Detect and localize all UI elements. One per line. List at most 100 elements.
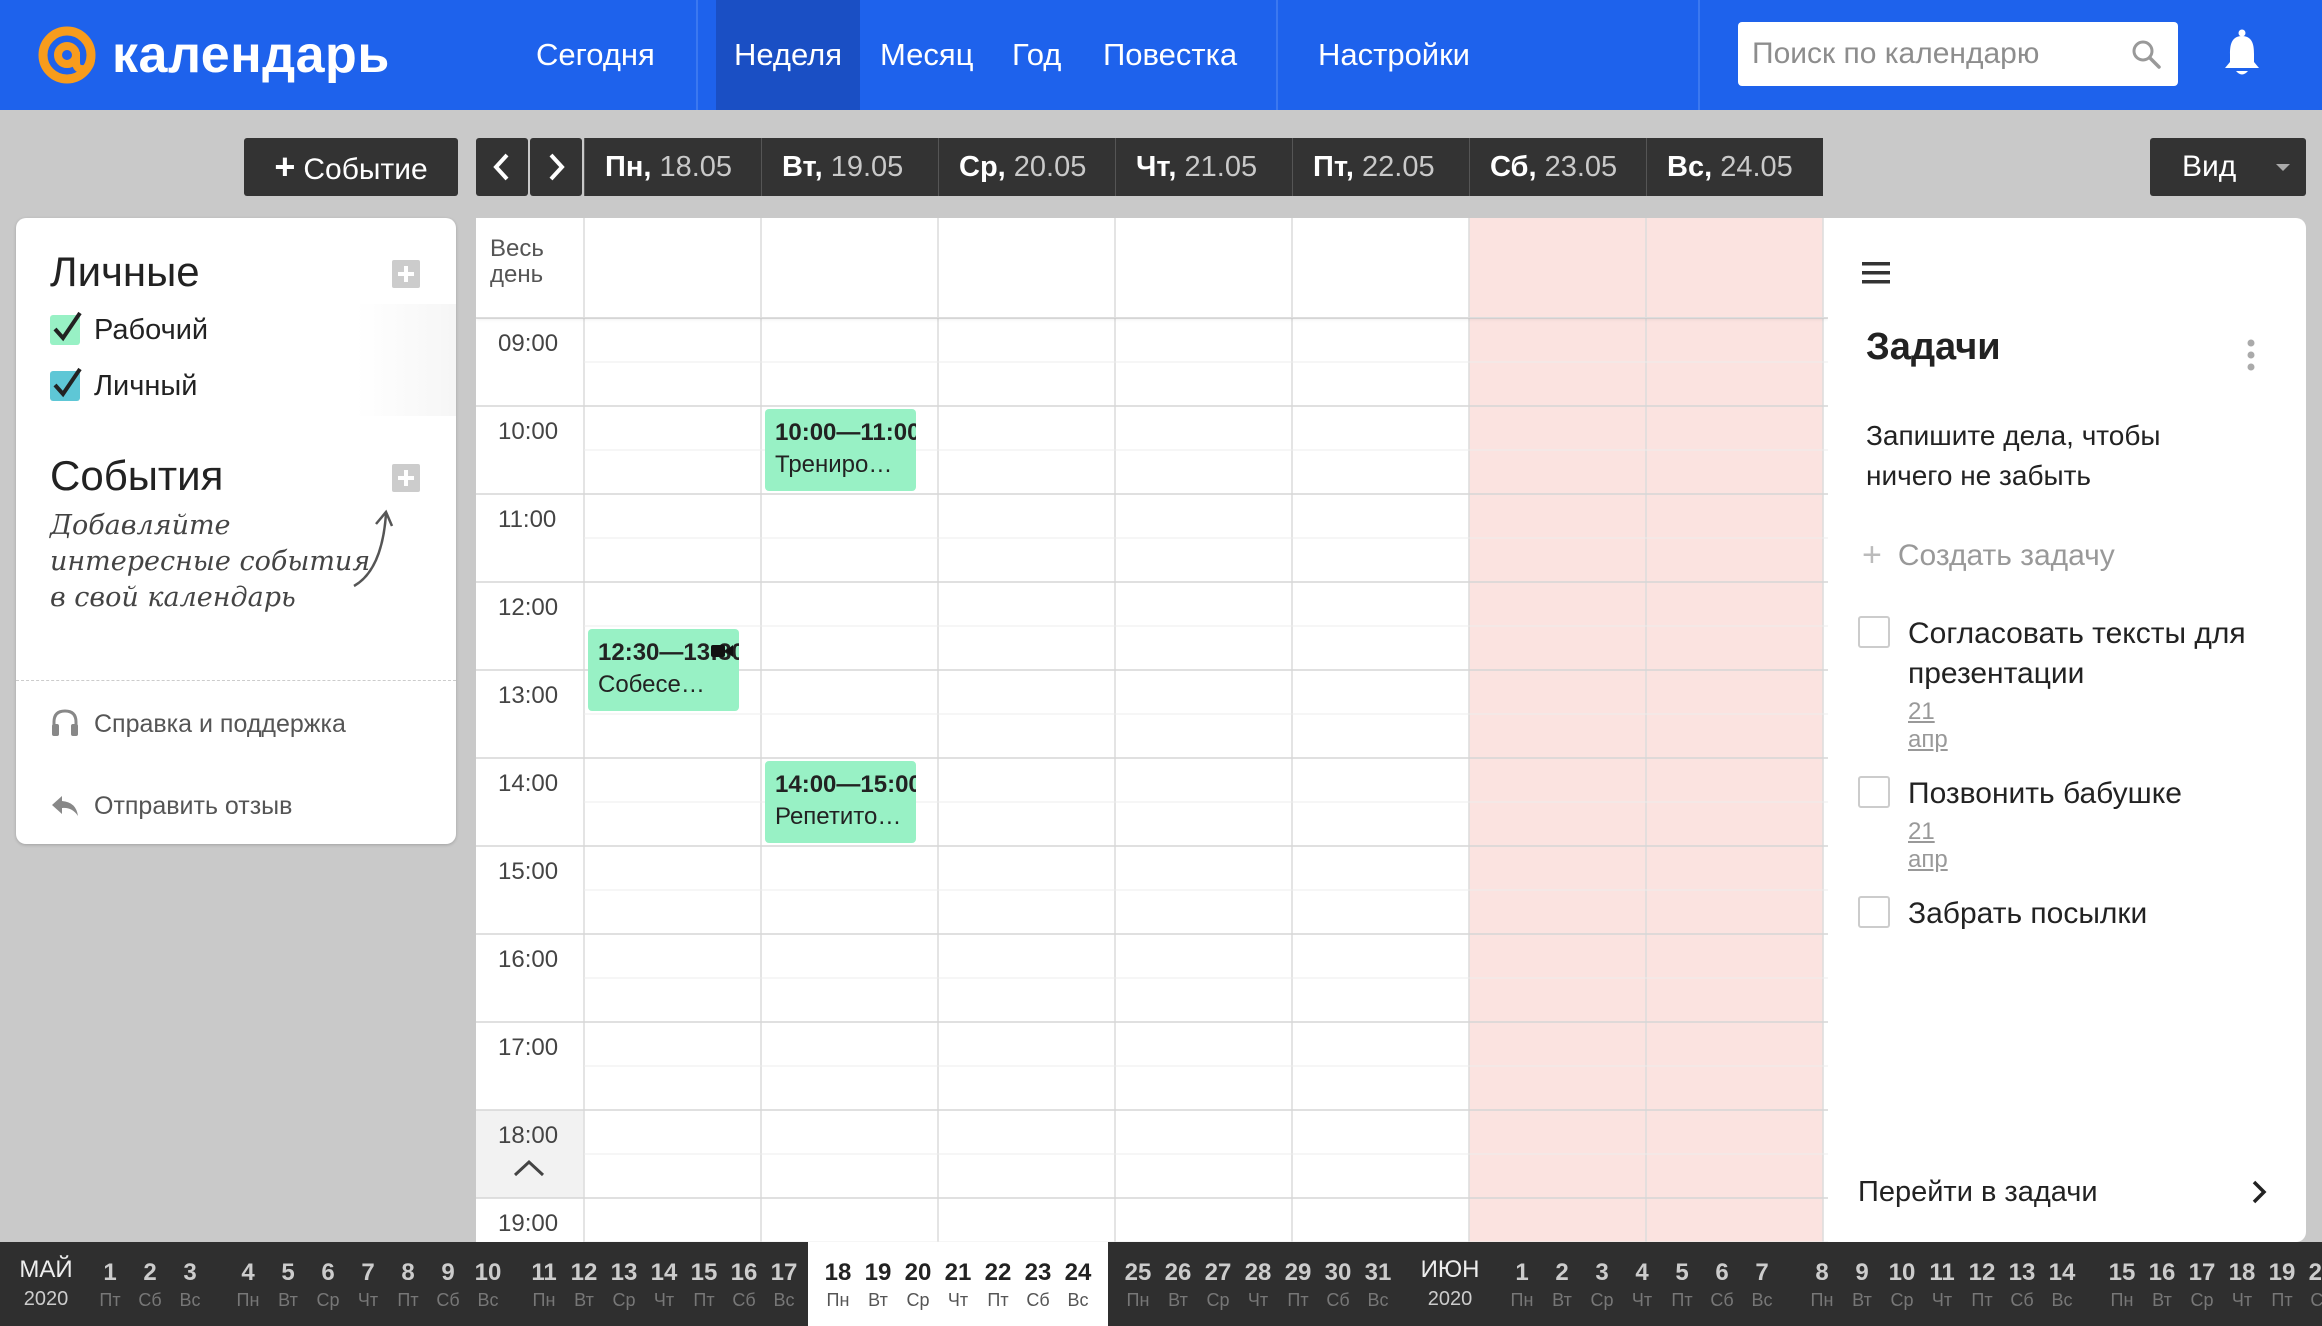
task-date[interactable]: 21 апр [1908,698,1948,754]
app-logo[interactable]: календарь [34,20,390,90]
mini-calendar-day[interactable]: 3 Ср [1582,1242,1622,1311]
more-vertical-icon[interactable] [2246,338,2256,372]
calendar-checkbox[interactable] [50,311,82,345]
mini-calendar-day[interactable]: 20 Ср [898,1242,938,1311]
calendar-item-work[interactable]: Рабочий [50,311,208,348]
nav-agenda[interactable]: Повестка [1103,0,1237,110]
mini-calendar-day[interactable]: 9 Вт [1842,1242,1882,1311]
mini-calendar-day[interactable]: 17 Вс [764,1242,804,1311]
month-label[interactable]: МАЙ 2020 [14,1256,78,1311]
mini-calendar-day[interactable]: 5 Пт [1662,1242,1702,1311]
calendar-checkbox[interactable] [50,367,82,401]
search-icon[interactable] [2130,38,2162,70]
mini-calendar-day[interactable]: 16 Сб [724,1242,764,1311]
mini-calendar-day[interactable]: 18 Чт [2222,1242,2262,1311]
day-header-sun[interactable]: Вс, 24.05 [1646,138,1823,196]
weekday-abbr: Сб [2310,1290,2322,1310]
mini-calendar-day[interactable]: 14 Вс [2042,1242,2082,1311]
nav-week[interactable]: Неделя [716,0,860,110]
chevron-right-icon[interactable] [2250,1178,2268,1206]
mini-calendar-day[interactable]: 27 Ср [1198,1242,1238,1311]
mini-calendar-day[interactable]: 7 Вс [1742,1242,1782,1311]
mini-calendar-day[interactable]: 8 Пт [388,1242,428,1311]
mini-calendar-day[interactable]: 29 Пт [1278,1242,1318,1311]
day-number: 15 [2108,1259,2136,1286]
mini-calendar-day[interactable]: 15 Пн [2102,1242,2142,1311]
mini-calendar-day[interactable]: 28 Чт [1238,1242,1278,1311]
mini-calendar-day[interactable]: 16 Вт [2142,1242,2182,1311]
calendar-item-personal[interactable]: Личный [50,367,197,404]
mini-calendar-day[interactable]: 31 Вс [1358,1242,1398,1311]
chevron-up-icon[interactable] [512,1158,546,1178]
mini-calendar-day[interactable]: 10 Ср [1882,1242,1922,1311]
mini-calendar-day[interactable]: 19 Пт [2262,1242,2302,1311]
nav-today[interactable]: Сегодня [536,0,655,110]
week-grid[interactable]: Весь день 09:00 10:00 11:00 12:00 13:00 14:00… [476,218,1828,1242]
mini-calendar-day[interactable]: 6 Сб [1702,1242,1742,1311]
help-support-link[interactable]: Справка и поддержка [50,704,346,744]
search-input[interactable] [1752,22,2122,86]
mini-calendar-day[interactable]: 5 Вт [268,1242,308,1311]
day-header-mon[interactable]: Пн, 18.05 [584,138,761,196]
mini-calendar-day[interactable]: 23 Сб [1018,1242,1058,1311]
add-events-icon[interactable] [392,464,420,492]
mini-calendar-day[interactable]: 8 Пн [1802,1242,1842,1311]
send-feedback-link[interactable]: Отправить отзыв [50,786,292,826]
mini-calendar-day[interactable]: 26 Вт [1158,1242,1198,1311]
mini-calendar-day[interactable]: 11 Пн [524,1242,564,1311]
month-label[interactable]: ИЮН 2020 [1414,1256,1486,1311]
mini-calendar-day[interactable]: 17 Ср [2182,1242,2222,1311]
mini-calendar-day[interactable]: 14 Чт [644,1242,684,1311]
goto-tasks-link[interactable]: Перейти в задачи [1858,1176,2098,1209]
mini-calendar-day[interactable]: 7 Чт [348,1242,388,1311]
mini-calendar-day[interactable]: 19 Вт [858,1242,898,1311]
next-week-button[interactable] [530,138,582,196]
mini-calendar-day[interactable]: 6 Ср [308,1242,348,1311]
mini-calendar-day[interactable]: 9 Сб [428,1242,468,1311]
mini-calendar-day[interactable]: 12 Вт [564,1242,604,1311]
task-checkbox[interactable] [1858,896,1890,928]
mini-calendar-day[interactable]: 20 Сб [2302,1242,2322,1311]
view-dropdown[interactable]: Вид [2150,138,2306,196]
task-checkbox[interactable] [1858,616,1890,648]
prev-week-button[interactable] [476,138,528,196]
task-checkbox[interactable] [1858,776,1890,808]
nav-settings[interactable]: Настройки [1318,0,1470,110]
mini-calendar-day[interactable]: 22 Пт [978,1242,1018,1311]
mini-calendar-day[interactable]: 15 Пт [684,1242,724,1311]
day-header-sat[interactable]: Сб, 23.05 [1469,138,1646,196]
mini-calendar-day[interactable]: 18 Пн [818,1242,858,1311]
mini-calendar-day[interactable]: 2 Сб [130,1242,170,1311]
nav-year[interactable]: Год [1012,0,1061,110]
mini-calendar-day[interactable]: 25 Пн [1118,1242,1158,1311]
all-day-row[interactable]: Весь день [476,218,1828,318]
mini-calendar-day[interactable]: 13 Сб [2002,1242,2042,1311]
bell-icon[interactable] [2222,28,2262,78]
mini-calendar-day[interactable]: 11 Чт [1922,1242,1962,1311]
calendar-event[interactable]: 14:00—15:00 Репетито… [765,761,916,843]
mini-calendar-day[interactable]: 3 Вс [170,1242,210,1311]
day-header-wed[interactable]: Ср, 20.05 [938,138,1115,196]
mini-calendar-day[interactable]: 30 Сб [1318,1242,1358,1311]
day-header-fri[interactable]: Пт, 22.05 [1292,138,1469,196]
menu-icon[interactable] [1862,260,1892,286]
nav-month[interactable]: Месяц [880,0,973,110]
mini-calendar-day[interactable]: 2 Вт [1542,1242,1582,1311]
create-task-button[interactable]: + Создать задачу [1862,536,2115,575]
calendar-event[interactable]: 12:30—13:30 Собесе… [588,629,739,711]
mini-calendar-day[interactable]: 24 Вс [1058,1242,1098,1311]
mini-calendar-day[interactable]: 12 Пт [1962,1242,2002,1311]
mini-calendar-day[interactable]: 1 Пт [90,1242,130,1311]
mini-calendar-day[interactable]: 4 Чт [1622,1242,1662,1311]
new-event-button[interactable]: + Событие [244,138,458,196]
add-calendar-icon[interactable] [392,260,420,288]
mini-calendar-day[interactable]: 13 Ср [604,1242,644,1311]
day-header-tue[interactable]: Вт, 19.05 [761,138,938,196]
mini-calendar-day[interactable]: 1 Пн [1502,1242,1542,1311]
mini-calendar-day[interactable]: 4 Пн [228,1242,268,1311]
mini-calendar-day[interactable]: 10 Вс [468,1242,508,1311]
task-date[interactable]: 21 апр [1908,818,1948,874]
mini-calendar-day[interactable]: 21 Чт [938,1242,978,1311]
calendar-event[interactable]: 10:00—11:00 Трениро… [765,409,916,491]
day-header-thu[interactable]: Чт, 21.05 [1115,138,1292,196]
